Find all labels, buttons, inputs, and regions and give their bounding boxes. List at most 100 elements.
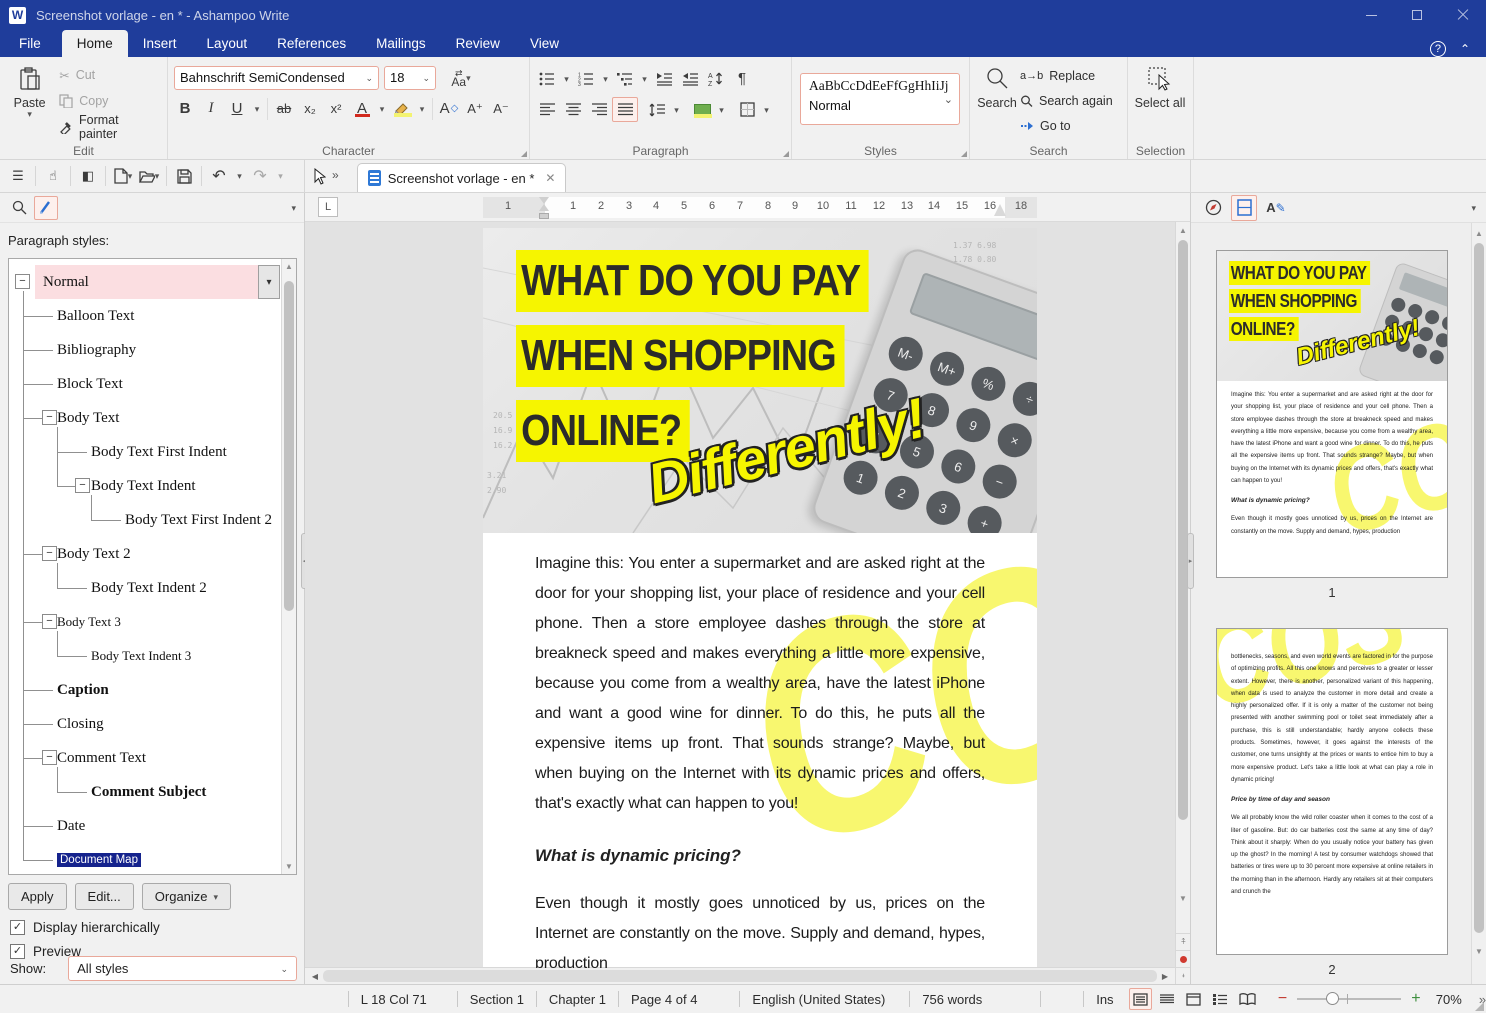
pointer-icon[interactable]	[313, 168, 326, 185]
section-indicator[interactable]: Section 1	[470, 992, 524, 1007]
navigation-compass-icon[interactable]	[1201, 196, 1225, 220]
style-item-comment-text[interactable]: − Comment Text	[9, 741, 296, 775]
font-color-dropdown[interactable]: ▾	[375, 96, 389, 121]
shading-dropdown[interactable]: ▾	[715, 97, 728, 122]
panel-styles-icon[interactable]	[34, 195, 58, 220]
page-1-thumbnail[interactable]: WHAT DO YOU PAY WHEN SHOPPING ONLINE? Di…	[1216, 250, 1448, 578]
font-name-combo[interactable]: Bahnschrift SemiCondensed ⌄	[174, 65, 379, 90]
character-dialog-launcher[interactable]	[521, 151, 527, 157]
style-item-body-text-first-indent-2[interactable]: Body Text First Indent 2	[9, 503, 296, 537]
justify-button[interactable]	[612, 97, 638, 122]
word-count[interactable]: 756 words	[922, 992, 982, 1007]
style-item-block-text[interactable]: Block Text	[9, 367, 296, 401]
style-item-body-text-indent[interactable]: − Body Text Indent	[9, 469, 296, 503]
page-view-button[interactable]	[1128, 988, 1152, 1010]
web-view-button[interactable]	[1182, 988, 1205, 1010]
style-item-body-text[interactable]: − Body Text	[9, 401, 296, 435]
body-text[interactable]: Imagine this: You enter a supermarket an…	[483, 533, 1037, 968]
shrink-font-button[interactable]: A⁻	[488, 96, 514, 121]
show-styles-select[interactable]: All styles ⌄	[68, 956, 297, 981]
panel-menu-icon[interactable]: ▾	[1471, 203, 1476, 212]
style-item-body-text-first-indent[interactable]: Body Text First Indent	[9, 435, 296, 469]
tab-close-icon[interactable]: ✕	[545, 171, 555, 185]
browse-object-button[interactable]	[1176, 950, 1191, 967]
tab-file[interactable]: File	[4, 30, 56, 57]
tab-references[interactable]: References	[262, 30, 361, 57]
style-item-body-text-indent-2[interactable]: Body Text Indent 2	[9, 571, 296, 605]
style-item-body-text-2[interactable]: − Body Text 2	[9, 537, 296, 571]
expander-icon[interactable]: −	[15, 274, 30, 289]
display-hierarchically-row[interactable]: ✓ Display hierarchically	[10, 920, 160, 935]
zoom-slider[interactable]	[1297, 992, 1402, 1005]
style-item-body-text-indent-3[interactable]: Body Text Indent 3	[9, 639, 296, 673]
previous-page-button[interactable]: ⍏	[1176, 933, 1191, 950]
zoom-out-button[interactable]: −	[1278, 990, 1287, 1008]
tab-home[interactable]: Home	[61, 30, 128, 57]
outline-view-button[interactable]	[1209, 988, 1232, 1010]
bullet-list-dropdown[interactable]: ▾	[560, 66, 573, 91]
highlight-button[interactable]	[389, 96, 415, 121]
style-item-body-text-3[interactable]: − Body Text 3	[9, 605, 296, 639]
tab-layout[interactable]: Layout	[192, 30, 263, 57]
resize-grip[interactable]	[1475, 1002, 1484, 1011]
italic-button[interactable]: I	[198, 96, 224, 121]
zoom-level[interactable]: 70%	[1436, 992, 1462, 1007]
page-2-thumbnail[interactable]: COS bottlenecks, seasons, and even world…	[1216, 628, 1448, 955]
sidebar-toggle-icon[interactable]: ☰	[6, 164, 30, 188]
organize-button[interactable]: Organize ▾	[141, 883, 232, 910]
vertical-scrollbar[interactable]: ▲ ▼ ⍏ ⍖	[1175, 222, 1191, 984]
indent-marker[interactable]	[539, 197, 550, 219]
redo-button[interactable]: ↷	[248, 164, 272, 188]
page[interactable]: 1.37 6.981.78 0.80 6.44 6.512.10 14.9 20…	[483, 228, 1037, 968]
horizontal-ruler[interactable]: 1 1 2 3 4 5 6 7 8 9 10 11 12 13 14 15 16	[483, 197, 1037, 219]
tab-stop-selector[interactable]: L	[318, 197, 338, 217]
panel-search-icon[interactable]	[8, 197, 30, 219]
style-item-date[interactable]: Date	[9, 809, 296, 843]
styles-dialog-launcher[interactable]	[961, 151, 967, 157]
paste-button[interactable]: Paste ▾	[4, 61, 55, 141]
font-size-combo[interactable]: 18 ⌄	[384, 65, 436, 90]
grow-font-button[interactable]: A⁺	[462, 96, 488, 121]
sort-button[interactable]: AZ	[703, 66, 729, 91]
style-item-document-map[interactable]: Document Map	[9, 843, 296, 874]
language-indicator[interactable]: English (United States)	[752, 992, 885, 1007]
line-spacing-dropdown[interactable]: ▾	[670, 97, 683, 122]
maximize-button[interactable]	[1394, 0, 1440, 30]
copy-button[interactable]: Copy	[59, 90, 159, 112]
select-all-button[interactable]: Select all	[1132, 61, 1188, 141]
style-item-closing[interactable]: Closing	[9, 707, 296, 741]
paragraph-1[interactable]: Imagine this: You enter a supermarket an…	[535, 549, 985, 819]
search-button[interactable]: Search	[974, 61, 1020, 141]
page-indicator[interactable]: Page 4 of 4	[631, 992, 698, 1007]
hand-tool-icon[interactable]: ☝	[41, 164, 65, 188]
close-button[interactable]	[1440, 0, 1486, 30]
styles-list-scrollbar[interactable]: ▲ ▼	[281, 259, 296, 874]
heading-dynamic-pricing[interactable]: What is dynamic pricing?	[535, 846, 985, 866]
redo-dropdown[interactable]: ▾	[274, 164, 287, 188]
align-right-button[interactable]	[586, 97, 612, 122]
expander-icon[interactable]: −	[75, 478, 90, 493]
multilevel-list-dropdown[interactable]: ▾	[638, 66, 651, 91]
thumbnails-scrollbar[interactable]: ▲ ▼	[1471, 223, 1486, 984]
right-panel-splitter[interactable]: ▸	[1187, 533, 1194, 589]
normal-view-button[interactable]	[1156, 988, 1179, 1010]
style-item-bibliography[interactable]: Bibliography	[9, 333, 296, 367]
next-page-button[interactable]: ⍖	[1176, 967, 1191, 984]
character-map-icon[interactable]: A ✎	[1263, 195, 1289, 221]
edit-style-button[interactable]: Edit...	[74, 883, 134, 910]
bold-button[interactable]: B	[172, 96, 198, 121]
tab-view[interactable]: View	[515, 30, 574, 57]
align-center-button[interactable]	[560, 97, 586, 122]
help-icon[interactable]: ?	[1429, 41, 1446, 57]
superscript-button[interactable]: x²	[323, 96, 349, 121]
numbered-list-button[interactable]: 123	[573, 66, 599, 91]
right-indent-marker[interactable]	[994, 204, 1006, 216]
checkbox-checked-icon[interactable]: ✓	[10, 920, 25, 935]
document-tab[interactable]: Screenshot vorlage - en * ✕	[356, 163, 567, 192]
font-color-button[interactable]: A	[349, 96, 375, 121]
underline-dropdown[interactable]: ▾	[250, 96, 264, 121]
subscript-button[interactable]: x₂	[297, 96, 323, 121]
highlight-dropdown[interactable]: ▾	[415, 96, 429, 121]
cut-button[interactable]: ✂ Cut	[59, 64, 159, 86]
zoom-slider-knob[interactable]	[1326, 992, 1340, 1005]
